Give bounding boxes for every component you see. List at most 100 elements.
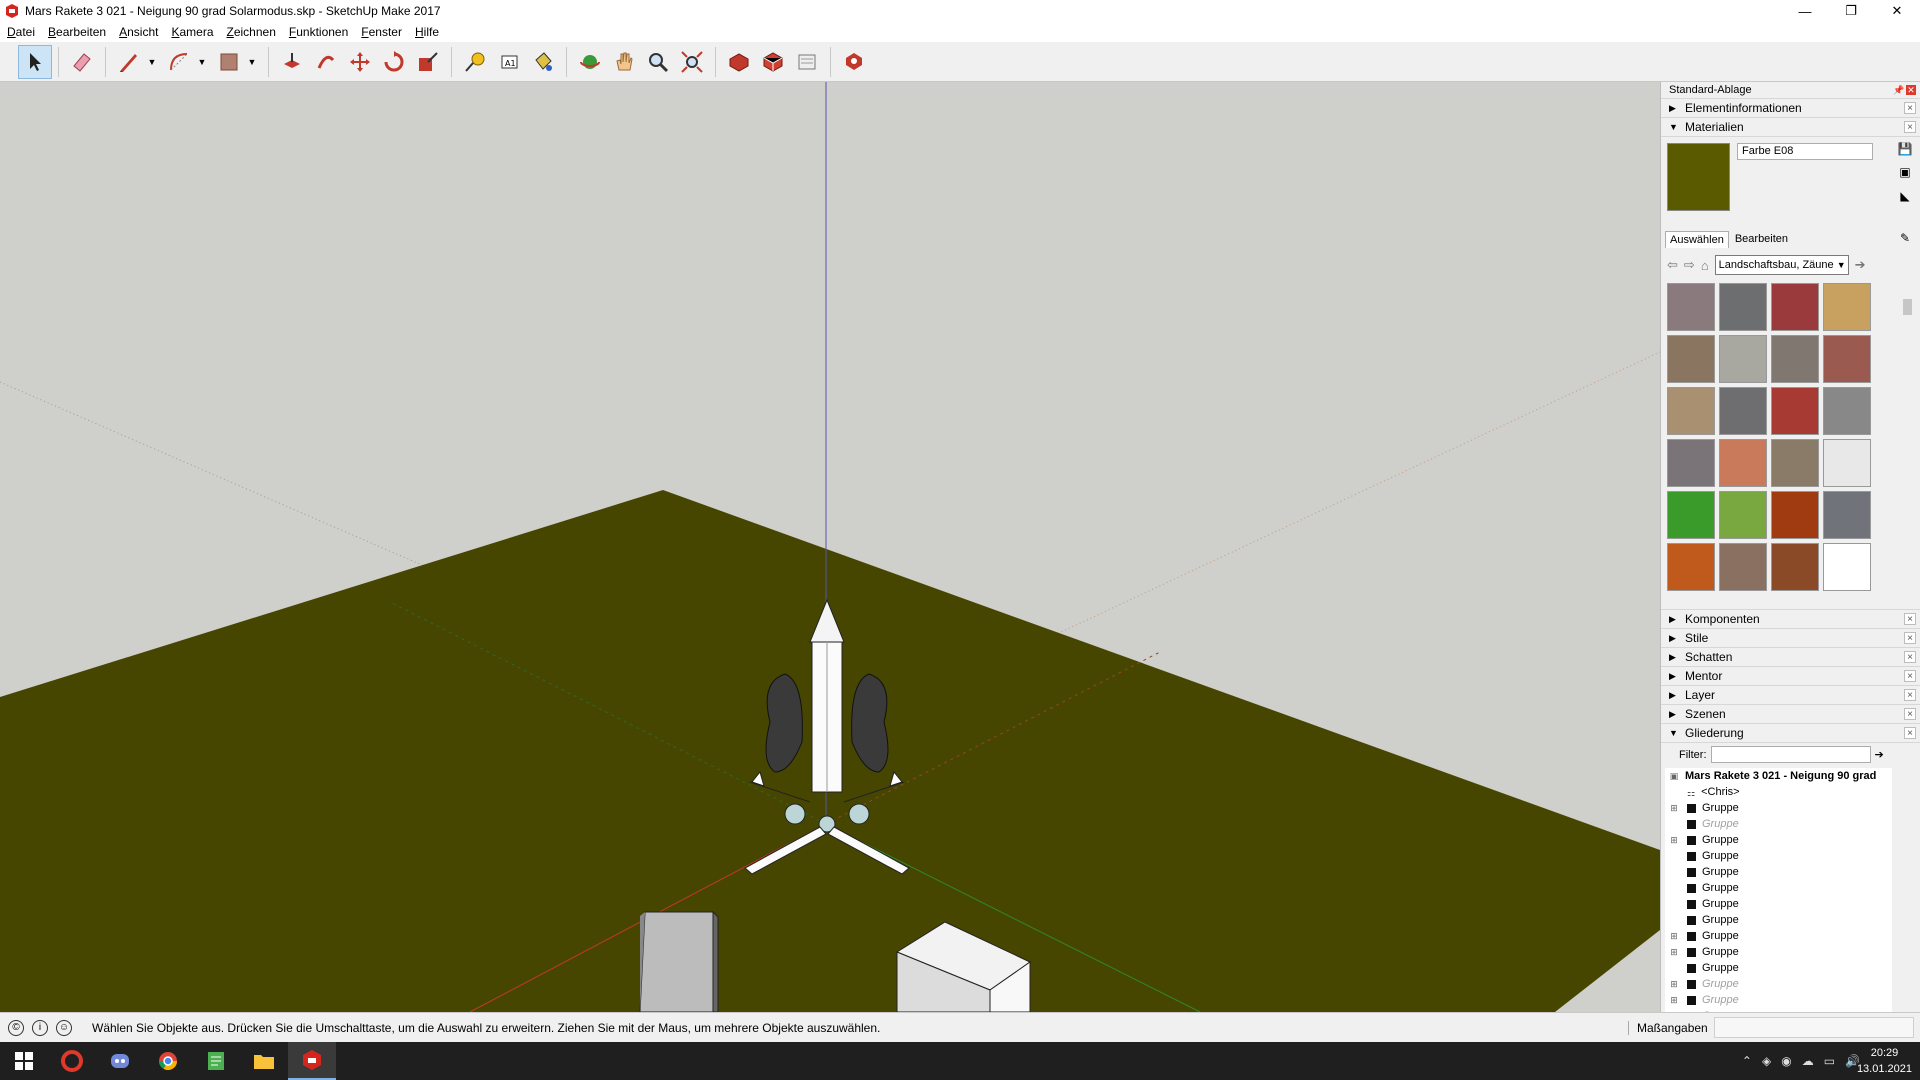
material-swatch[interactable] [1667, 439, 1715, 487]
rotate-icon[interactable] [377, 45, 411, 79]
panel-close-icon[interactable]: × [1904, 651, 1916, 663]
panel-komponenten[interactable]: ▶ Komponenten × [1661, 609, 1920, 628]
eraser-icon[interactable] [65, 45, 99, 79]
details-arrow-icon[interactable]: ➔ [1855, 257, 1866, 273]
menu-datei[interactable]: Datei [0, 25, 41, 39]
outliner-item[interactable]: Gruppe [1665, 896, 1906, 912]
outliner-item[interactable]: ⊞ Gruppe [1665, 800, 1906, 816]
material-swatch[interactable] [1719, 283, 1767, 331]
panel-close-icon[interactable]: × [1904, 121, 1916, 133]
outliner-item[interactable]: ⊞ Gruppe [1665, 992, 1906, 1008]
panel-entity-info[interactable]: ▶ Elementinformationen × [1661, 98, 1920, 117]
current-material-swatch[interactable] [1667, 143, 1730, 211]
eyedropper-icon[interactable]: ✎ [1896, 231, 1914, 249]
discord-tray-icon[interactable]: ◉ [1781, 1054, 1791, 1068]
arc-icon[interactable] [162, 45, 196, 79]
panel-materials[interactable]: ▼ Materialien × [1661, 117, 1920, 136]
outliner-item[interactable]: ⚏ <Chris> [1665, 784, 1906, 800]
expand-icon[interactable]: ⊞ [1669, 995, 1679, 1006]
layout-icon[interactable] [790, 45, 824, 79]
push-pull-icon[interactable] [275, 45, 309, 79]
tab-select[interactable]: Auswählen [1665, 231, 1729, 248]
material-swatch[interactable] [1771, 543, 1819, 591]
credits-icon[interactable]: i [32, 1019, 48, 1036]
close-button[interactable]: ✕ [1874, 0, 1920, 22]
chevron-down-icon[interactable]: ▼ [196, 45, 208, 79]
menu-kamera[interactable]: Kamera [164, 25, 219, 39]
user-icon[interactable]: ☺ [56, 1019, 72, 1036]
menu-funktionen[interactable]: Funktionen [282, 25, 354, 39]
extension-warehouse-icon[interactable] [756, 45, 790, 79]
3d-warehouse-icon[interactable] [722, 45, 756, 79]
network-icon[interactable]: ◈ [1762, 1054, 1771, 1068]
outliner-item[interactable]: Gruppe [1665, 816, 1906, 832]
tab-edit[interactable]: Bearbeiten [1731, 231, 1792, 248]
opera-icon[interactable] [48, 1042, 96, 1080]
chevron-down-icon[interactable]: ▼ [246, 45, 258, 79]
follow-me-icon[interactable] [309, 45, 343, 79]
material-swatch[interactable] [1823, 335, 1871, 383]
panel-close-icon[interactable]: × [1904, 632, 1916, 644]
material-swatch[interactable] [1667, 283, 1715, 331]
material-swatch[interactable] [1823, 543, 1871, 591]
scale-icon[interactable] [411, 45, 445, 79]
material-name-field[interactable]: Farbe E08 [1737, 143, 1873, 160]
outliner-item[interactable]: ⊞ Gruppe [1665, 832, 1906, 848]
chrome-icon[interactable] [144, 1042, 192, 1080]
outliner-root[interactable]: ▣ Mars Rakete 3 021 - Neigung 90 grad [1665, 768, 1906, 784]
material-swatch[interactable] [1823, 283, 1871, 331]
panel-close-icon[interactable]: × [1904, 727, 1916, 739]
outliner-item[interactable]: Gruppe [1665, 960, 1906, 976]
material-swatch[interactable] [1771, 491, 1819, 539]
material-swatch[interactable] [1823, 491, 1871, 539]
expand-icon[interactable]: ⊞ [1669, 931, 1679, 942]
material-swatch[interactable] [1823, 439, 1871, 487]
expand-icon[interactable]: ⊞ [1669, 835, 1679, 846]
material-swatch[interactable] [1771, 387, 1819, 435]
pan-hand-icon[interactable] [607, 45, 641, 79]
details-arrow-icon[interactable]: ➔ [1875, 748, 1884, 761]
menu-bearbeiten[interactable]: Bearbeiten [41, 25, 112, 39]
panel-mentor[interactable]: ▶ Mentor × [1661, 666, 1920, 685]
minimize-button[interactable]: — [1782, 0, 1828, 22]
zoom-icon[interactable] [641, 45, 675, 79]
panel-close-icon[interactable]: × [1904, 102, 1916, 114]
extension-manager-icon[interactable] [837, 45, 871, 79]
geo-location-icon[interactable]: © [8, 1019, 24, 1036]
expand-icon[interactable]: ⊞ [1669, 803, 1679, 814]
3d-viewport[interactable] [0, 82, 1660, 1012]
save-material-icon[interactable]: 💾 [1896, 142, 1914, 160]
move-icon[interactable] [343, 45, 377, 79]
menu-ansicht[interactable]: Ansicht [112, 25, 164, 39]
collection-select[interactable]: Landschaftsbau, Zäune ▼ [1714, 255, 1849, 275]
discord-icon[interactable] [96, 1042, 144, 1080]
create-material-icon[interactable]: ▣ [1896, 165, 1914, 183]
scroll-thumb[interactable] [1903, 299, 1912, 315]
material-swatch[interactable] [1719, 387, 1767, 435]
text-tool-icon[interactable]: A1 [492, 45, 526, 79]
expand-icon[interactable]: ⊞ [1669, 979, 1679, 990]
back-arrow-icon[interactable]: ⇦ [1667, 257, 1678, 273]
pin-icon[interactable]: 📌 [1893, 85, 1904, 95]
rectangle-icon[interactable] [212, 45, 246, 79]
material-swatch[interactable] [1719, 439, 1767, 487]
material-swatch[interactable] [1823, 387, 1871, 435]
outliner-item[interactable]: ⊞ Gruppe [1665, 944, 1906, 960]
sample-icon[interactable]: ◣ [1896, 189, 1914, 207]
panel-close-icon[interactable]: × [1904, 689, 1916, 701]
orbit-icon[interactable] [573, 45, 607, 79]
material-swatch[interactable] [1719, 543, 1767, 591]
filter-input[interactable] [1710, 746, 1871, 763]
sketchup-taskbar-icon[interactable] [288, 1042, 336, 1080]
monitor-icon[interactable]: ▭ [1824, 1054, 1835, 1068]
panel-schatten[interactable]: ▶ Schatten × [1661, 647, 1920, 666]
chevron-down-icon[interactable]: ▼ [146, 45, 158, 79]
maximize-button[interactable]: ❐ [1828, 0, 1874, 22]
outliner-item[interactable]: Gruppe [1665, 848, 1906, 864]
home-icon[interactable]: ⌂ [1701, 258, 1709, 273]
scene-canvas[interactable] [0, 82, 1660, 1012]
menu-fenster[interactable]: Fenster [354, 25, 408, 39]
material-swatch[interactable] [1667, 543, 1715, 591]
panel-gliederung[interactable]: ▼ Gliederung × [1661, 723, 1920, 742]
file-explorer-icon[interactable] [240, 1042, 288, 1080]
